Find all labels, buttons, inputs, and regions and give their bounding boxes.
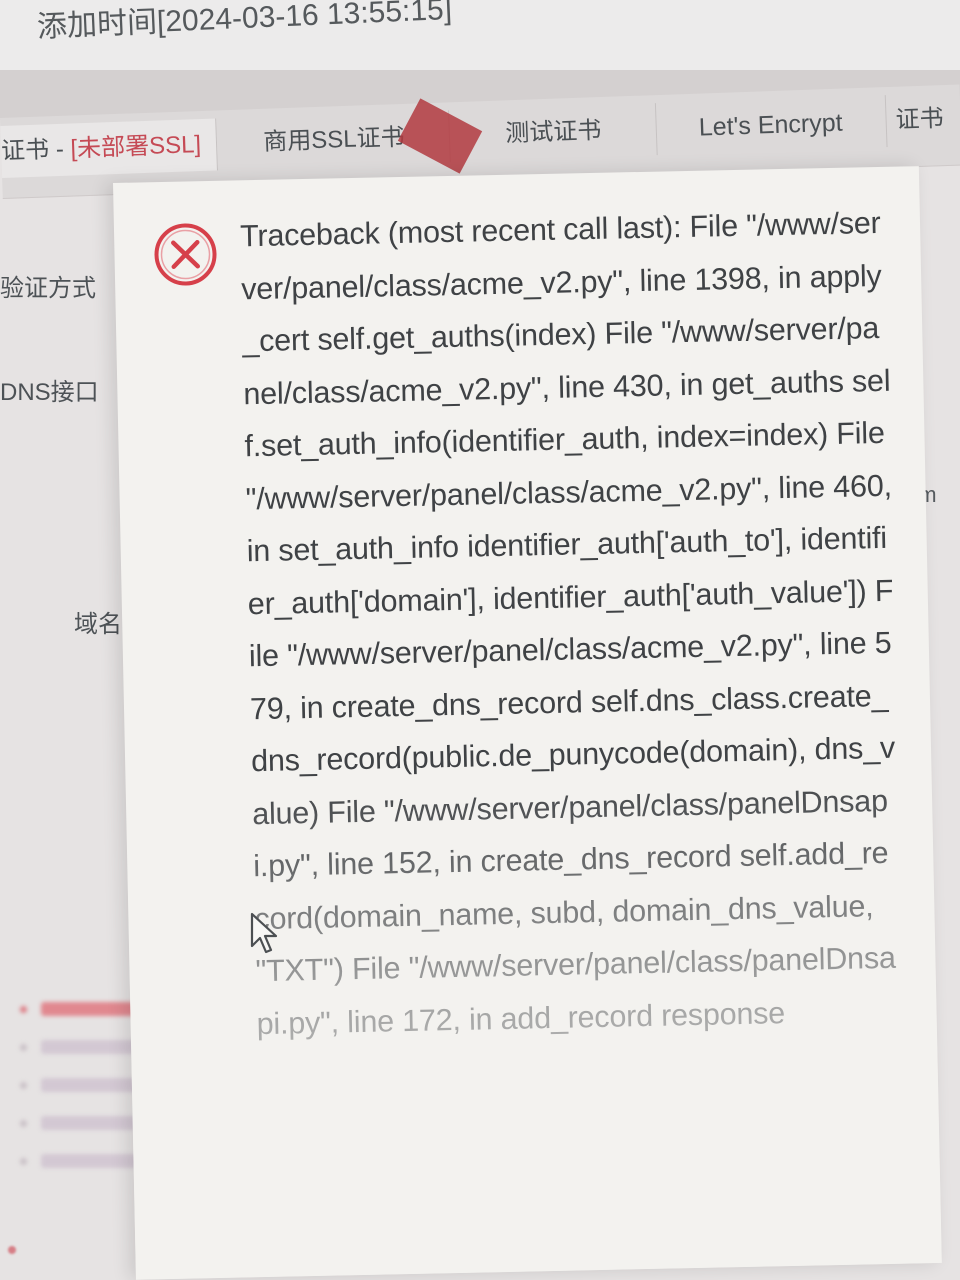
error-dialog: Traceback (most recent call last): File … xyxy=(113,166,942,1280)
verify-method-label: 验证方式 xyxy=(0,275,96,302)
tab-lets-encrypt[interactable]: Let's Encrypt xyxy=(654,95,888,156)
tab-current-certificate[interactable]: 证书 - [未部署SSL] xyxy=(0,118,218,178)
domain-label: 域名 xyxy=(74,611,122,638)
record-header: 添加时间[2024-03-16 13:55:15] xyxy=(0,0,960,70)
tab-current-prefix: 证书 - xyxy=(0,135,71,165)
list-bullet xyxy=(8,1246,16,1254)
mouse-pointer-icon xyxy=(250,912,278,954)
dns-api-label: DNS接口 xyxy=(0,379,99,406)
error-message: Traceback (most recent call last): File … xyxy=(239,205,897,1041)
ssl-status-badge: [未部署SSL] xyxy=(69,131,202,163)
error-circle-x-icon xyxy=(154,223,217,286)
added-time-text: 添加时间[2024-03-16 13:55:15] xyxy=(36,0,453,44)
tab-certificate-folder[interactable]: 证书 xyxy=(895,92,960,147)
